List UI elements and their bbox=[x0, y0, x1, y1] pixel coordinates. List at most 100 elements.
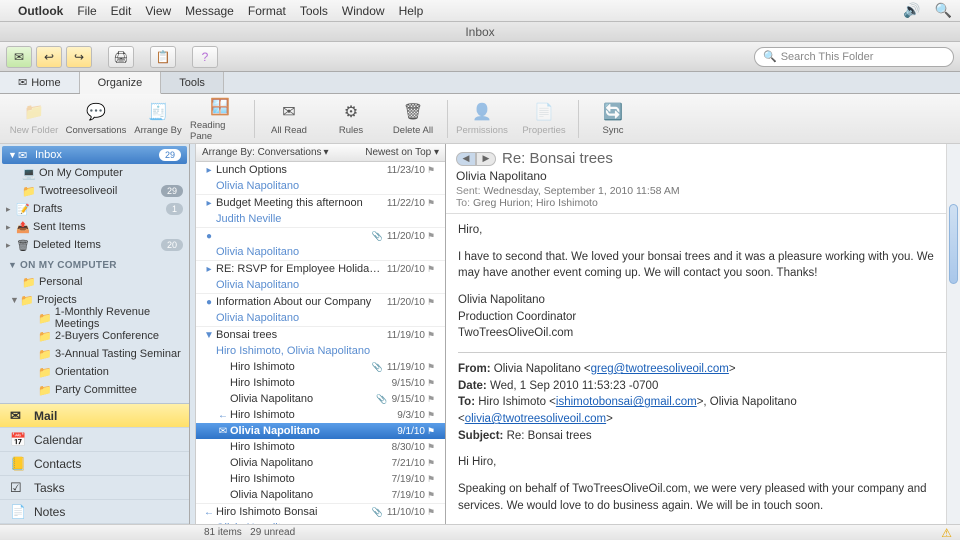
conversation-row[interactable]: ▸Lunch Options11/23/10⚑ bbox=[196, 162, 445, 178]
folder-icon: 📁 bbox=[38, 366, 52, 379]
notes-icon: 📄 bbox=[10, 504, 26, 520]
ribbon-all-read[interactable]: ✉All Read bbox=[259, 96, 319, 142]
conversation-row[interactable]: ▸RE: RSVP for Employee Holiday E...11/20… bbox=[196, 261, 445, 277]
message-row[interactable]: Hiro Ishimoto8/30/10⚑ bbox=[196, 439, 445, 455]
sent-icon: 📤 bbox=[16, 221, 30, 234]
folder-twotrees[interactable]: 📁Twotreesoliveoil29 bbox=[0, 182, 189, 200]
folder-personal[interactable]: 📁Personal bbox=[0, 273, 189, 291]
ribbon-arrange-by[interactable]: 🧾Arrange By bbox=[128, 96, 188, 142]
conversation-row[interactable]: ●Information About our Company11/20/10⚑ bbox=[196, 294, 445, 310]
conversation-row[interactable]: ●📎11/20/10⚑ bbox=[196, 228, 445, 244]
menu-view[interactable]: View bbox=[145, 4, 171, 18]
reading-pane: ◀▶ Re: Bonsai trees Olivia Napolitano Se… bbox=[446, 144, 960, 524]
menu-window[interactable]: Window bbox=[342, 4, 385, 18]
computer-icon: 💻 bbox=[22, 167, 36, 180]
volume-icon[interactable]: 🔊 bbox=[903, 2, 920, 19]
warning-icon[interactable]: ⚠ bbox=[941, 526, 952, 540]
conversation-from: Olivia Napolitano bbox=[196, 277, 445, 293]
menu-edit[interactable]: Edit bbox=[111, 4, 132, 18]
tab-tools[interactable]: Tools bbox=[161, 72, 224, 93]
nav-calendar[interactable]: 📅Calendar bbox=[0, 428, 189, 452]
project-item[interactable]: 📁Party Committee bbox=[0, 381, 189, 399]
conversation-row[interactable]: ←Hiro Ishimoto Bonsai📎11/10/10⚑ bbox=[196, 504, 445, 520]
print-button[interactable]: 🖨 bbox=[108, 46, 134, 68]
conversation-row[interactable]: ▸Budget Meeting this afternoon11/22/10⚑ bbox=[196, 195, 445, 211]
mail-icon: ✉ bbox=[10, 408, 26, 424]
folder-on-my-computer[interactable]: 💻On My Computer bbox=[0, 164, 189, 182]
message-row[interactable]: Olivia Napolitano📎9/15/10⚑ bbox=[196, 391, 445, 407]
new-mail-button[interactable]: ✉ bbox=[6, 46, 32, 68]
reading-subject: Re: Bonsai trees bbox=[502, 150, 613, 167]
message-row[interactable]: Hiro Ishimoto9/15/10⚑ bbox=[196, 375, 445, 391]
nav-mail[interactable]: ✉Mail bbox=[0, 404, 189, 428]
message-row[interactable]: Hiro Ishimoto7/19/10⚑ bbox=[196, 471, 445, 487]
menu-app[interactable]: Outlook bbox=[18, 4, 63, 18]
nav-tasks[interactable]: ☑Tasks bbox=[0, 476, 189, 500]
folder-icon: 📁 bbox=[22, 185, 36, 198]
nav-contacts[interactable]: 📒Contacts bbox=[0, 452, 189, 476]
conversation-from: Olivia Napolitano bbox=[196, 520, 445, 524]
folder-sent[interactable]: ▸📤Sent Items bbox=[0, 218, 189, 236]
reading-body[interactable]: Hiro, I have to second that. We loved yo… bbox=[446, 214, 960, 524]
conversation-row[interactable]: ▼Bonsai trees11/19/10⚑ bbox=[196, 327, 445, 343]
project-item[interactable]: 📁3-Annual Tasting Seminar bbox=[0, 345, 189, 363]
folder-icon: 📁 bbox=[22, 276, 36, 289]
menu-format[interactable]: Format bbox=[248, 4, 286, 18]
message-row[interactable]: ←Hiro Ishimoto9/3/10⚑ bbox=[196, 407, 445, 423]
folder-sidebar: ▼✉Inbox29 💻On My Computer 📁Twotreesolive… bbox=[0, 144, 190, 524]
project-item[interactable]: 📁2-Buyers Conference bbox=[0, 327, 189, 345]
folder-icon: 📁 bbox=[38, 330, 52, 343]
calendar-icon: 📅 bbox=[10, 432, 26, 448]
contacts-icon: 📒 bbox=[10, 456, 26, 472]
tab-organize[interactable]: Organize bbox=[80, 72, 162, 94]
folder-icon: 📁 bbox=[38, 384, 52, 397]
menu-help[interactable]: Help bbox=[399, 4, 424, 18]
window-title: Inbox bbox=[0, 22, 960, 42]
message-row[interactable]: Hiro Ishimoto📎11/19/10⚑ bbox=[196, 359, 445, 375]
menu-message[interactable]: Message bbox=[185, 4, 234, 18]
spotlight-icon[interactable]: 🔍 bbox=[935, 2, 952, 19]
message-row[interactable]: Olivia Napolitano7/21/10⚑ bbox=[196, 455, 445, 471]
conversation-from: Olivia Napolitano bbox=[196, 310, 445, 326]
ribbon-sync[interactable]: 🔄Sync bbox=[583, 96, 643, 142]
folder-icon: 📁 bbox=[20, 294, 34, 307]
drafts-icon: 📝 bbox=[16, 203, 30, 216]
ribbon: 📁New Folder💬Conversations🧾Arrange By🪟Rea… bbox=[0, 94, 960, 144]
status-unread-count: 29 unread bbox=[250, 527, 295, 538]
reading-sent: Wednesday, September 1, 2010 11:58 AM bbox=[483, 185, 679, 197]
status-bar: 81 items 29 unread ⚠ bbox=[0, 524, 960, 540]
inbox-icon: ✉ bbox=[18, 149, 32, 162]
ribbon-reading-pane[interactable]: 🪟Reading Pane bbox=[190, 96, 250, 142]
nav-notes[interactable]: 📄Notes bbox=[0, 500, 189, 524]
message-row[interactable]: ✉Olivia Napolitano9/1/10⚑ bbox=[196, 423, 445, 439]
system-menubar: Outlook File Edit View Message Format To… bbox=[0, 0, 960, 22]
conversation-from: Olivia Napolitano bbox=[196, 244, 445, 260]
ribbon-rules[interactable]: ⚙Rules bbox=[321, 96, 381, 142]
reply-all-button[interactable]: ↪ bbox=[66, 46, 92, 68]
folder-deleted[interactable]: ▸🗑Deleted Items20 bbox=[0, 236, 189, 254]
reply-button[interactable]: ↩ bbox=[36, 46, 62, 68]
trash-icon: 🗑 bbox=[16, 239, 30, 252]
ribbon-properties: 📄Properties bbox=[514, 96, 574, 142]
list-header[interactable]: Arrange By: Conversations▾ Newest on Top… bbox=[196, 144, 445, 162]
menu-file[interactable]: File bbox=[77, 4, 96, 18]
message-row[interactable]: Olivia Napolitano7/19/10⚑ bbox=[196, 487, 445, 503]
folder-icon: 📁 bbox=[38, 348, 52, 361]
reading-scrollbar[interactable] bbox=[946, 144, 960, 524]
folder-icon: 📁 bbox=[38, 312, 52, 325]
folder-drafts[interactable]: ▸📝Drafts1 bbox=[0, 200, 189, 218]
conversation-from: Hiro Ishimoto, Olivia Napolitano bbox=[196, 343, 445, 359]
search-input[interactable]: 🔍 Search This Folder bbox=[754, 47, 954, 67]
menu-tools[interactable]: Tools bbox=[300, 4, 328, 18]
tab-home[interactable]: ✉Home bbox=[0, 72, 80, 93]
folder-inbox[interactable]: ▼✉Inbox29 bbox=[2, 146, 187, 164]
project-item[interactable]: 📁Orientation bbox=[0, 363, 189, 381]
conversation-toggle[interactable]: ◀▶ bbox=[456, 152, 496, 166]
project-item[interactable]: 📁1-Monthly Revenue Meetings bbox=[0, 309, 189, 327]
ribbon-conversations[interactable]: 💬Conversations bbox=[66, 96, 126, 142]
tasks-icon: ☑ bbox=[10, 480, 26, 496]
ribbon-delete-all[interactable]: 🗑Delete All bbox=[383, 96, 443, 142]
status-item-count: 81 items bbox=[204, 527, 242, 538]
list-button[interactable]: 📋 bbox=[150, 46, 176, 68]
help-button[interactable]: ? bbox=[192, 46, 218, 68]
